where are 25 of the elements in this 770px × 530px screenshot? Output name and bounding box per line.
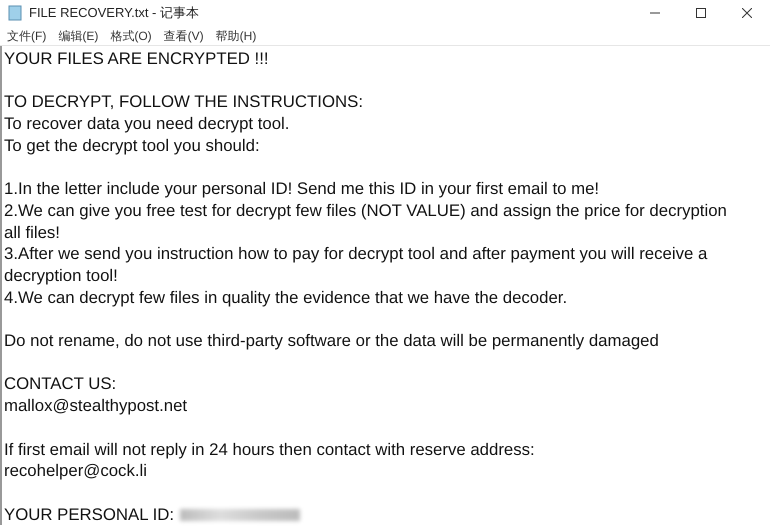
text-line: To recover data you need decrypt tool. [4, 113, 290, 135]
text-line: all files! [4, 222, 61, 244]
text-line: If first email will not reply in 24 hours then contact with reserve address: [4, 438, 536, 460]
menu-item[interactable]: 帮助(H) [214, 28, 258, 45]
close-icon [742, 8, 752, 18]
text-line: mallox@stealthypost.net [4, 395, 188, 417]
maximize-icon [696, 8, 706, 18]
menu-item[interactable]: 编辑(E) [57, 28, 100, 45]
menu-item[interactable]: 格式(O) [109, 28, 153, 45]
text-line: CONTACT US: [4, 373, 118, 396]
text-line: Do not rename, do not use third-party software or the data will be permanently damaged [4, 330, 660, 352]
text-line: 2.We can give you free test for decrypt few files (NOT VALUE) and assign the price for decryption [4, 200, 728, 222]
text-line: decryption tool! [4, 265, 119, 287]
text-line: recohelper@cock.li [4, 460, 148, 482]
menu-item[interactable]: 查看(V) [162, 28, 205, 45]
text-line: 3.After we send you instruction how to pay for decrypt tool and after payment you will receive a [4, 243, 708, 265]
text-line: 4.We can decrypt few files in quality the evidence that we have the decoder. [4, 286, 568, 308]
text-line: To get the decrypt tool you should: [4, 134, 261, 156]
notepad-icon [8, 5, 22, 21]
text-line: YOUR PERSONAL ID: [4, 504, 174, 526]
text-line: TO DECRYPT, FOLLOW THE INSTRUCTIONS: [4, 91, 364, 114]
menu-item[interactable]: 文件(F) [6, 28, 48, 45]
text-line: YOUR FILES ARE ENCRYPTED !!! [4, 48, 270, 70]
window-title: FILE RECOVERY.txt - 记事本 [29, 4, 200, 22]
text-line: 1.In the letter include your personal ID! Send me this ID in your first email to me! [4, 178, 600, 200]
